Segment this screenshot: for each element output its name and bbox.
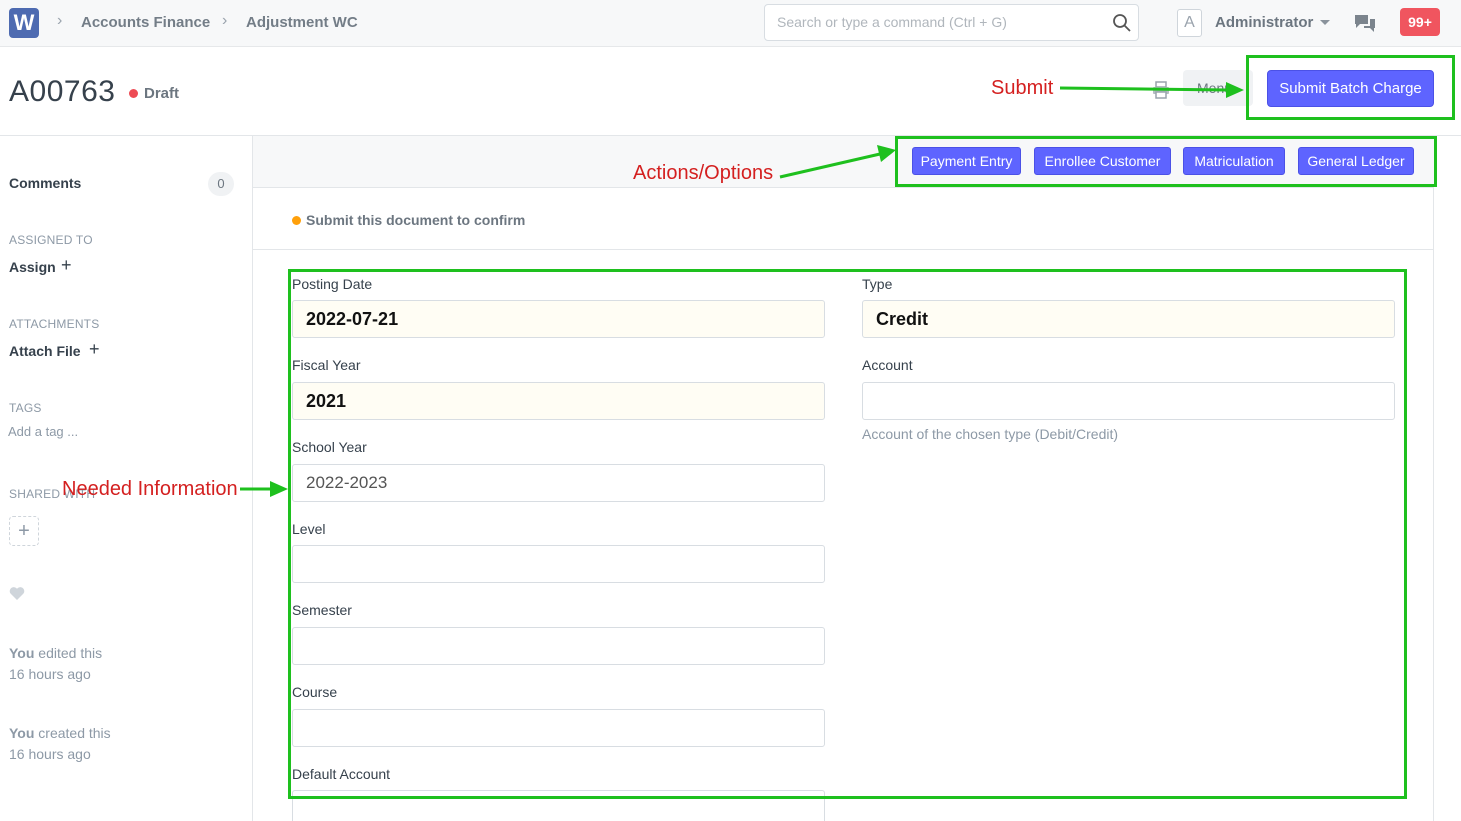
breadcrumb-accounts-finance[interactable]: Accounts Finance (81, 14, 210, 31)
avatar[interactable]: A (1177, 9, 1202, 37)
user-menu-label[interactable]: Administrator (1215, 14, 1313, 31)
comments-label[interactable]: Comments (9, 175, 81, 191)
heart-icon[interactable] (9, 586, 25, 601)
chat-icon[interactable] (1354, 13, 1376, 33)
annotation-needed-info-label: Needed Information (62, 478, 238, 500)
annotation-actions-label: Actions/Options (633, 162, 774, 184)
page-title: A00763 (9, 75, 116, 108)
breadcrumb-adjustment-wc[interactable]: Adjustment WC (246, 14, 358, 31)
annotation-form-box (288, 269, 1407, 799)
status-badge: Draft (144, 85, 180, 102)
assign-link[interactable]: Assign (9, 259, 56, 275)
status-indicator (129, 89, 138, 98)
navbar: W › Accounts Finance › Adjustment WC A A… (0, 0, 1461, 47)
annotation-actions-box (895, 136, 1437, 187)
activity-item: You edited this 16 hours ago (9, 643, 102, 685)
search-input[interactable] (777, 14, 1107, 30)
activity-action: created this (38, 725, 111, 741)
submit-notice-text: Submit this document to confirm (306, 212, 526, 228)
search-bar[interactable] (764, 4, 1139, 41)
printer-icon[interactable] (1152, 81, 1170, 99)
plus-icon[interactable]: + (61, 255, 72, 276)
page-head: A00763 Draft Menu Submit Batch Charge (0, 48, 1461, 136)
activity-item: You created this 16 hours ago (9, 723, 111, 765)
annotation-submit-box (1246, 55, 1455, 120)
tags-label: TAGS (9, 401, 42, 415)
assigned-to-label: ASSIGNED TO (9, 233, 93, 247)
notifications-badge[interactable]: 99+ (1400, 8, 1440, 36)
chevron-right-icon: › (57, 12, 63, 29)
comments-count: 0 (208, 172, 234, 196)
activity-actor: You (9, 725, 35, 741)
plus-icon[interactable]: + (89, 339, 100, 360)
pending-indicator (292, 216, 301, 225)
add-tag-link[interactable]: Add a tag ... (8, 424, 78, 439)
activity-time: 16 hours ago (9, 666, 91, 682)
activity-action: edited this (38, 645, 103, 661)
activity-actor: You (9, 645, 35, 661)
search-icon[interactable] (1112, 13, 1132, 33)
chevron-right-icon: › (222, 12, 228, 29)
activity-time: 16 hours ago (9, 746, 91, 762)
attach-file-link[interactable]: Attach File (9, 343, 81, 359)
add-share-button[interactable]: + (9, 516, 39, 546)
submit-notice: Submit this document to confirm (253, 188, 1434, 250)
annotation-submit-label: Submit (991, 77, 1054, 99)
caret-down-icon[interactable] (1320, 20, 1330, 25)
menu-button[interactable]: Menu (1183, 70, 1253, 106)
app-logo[interactable]: W (9, 8, 39, 38)
attachments-label: ATTACHMENTS (9, 317, 100, 331)
